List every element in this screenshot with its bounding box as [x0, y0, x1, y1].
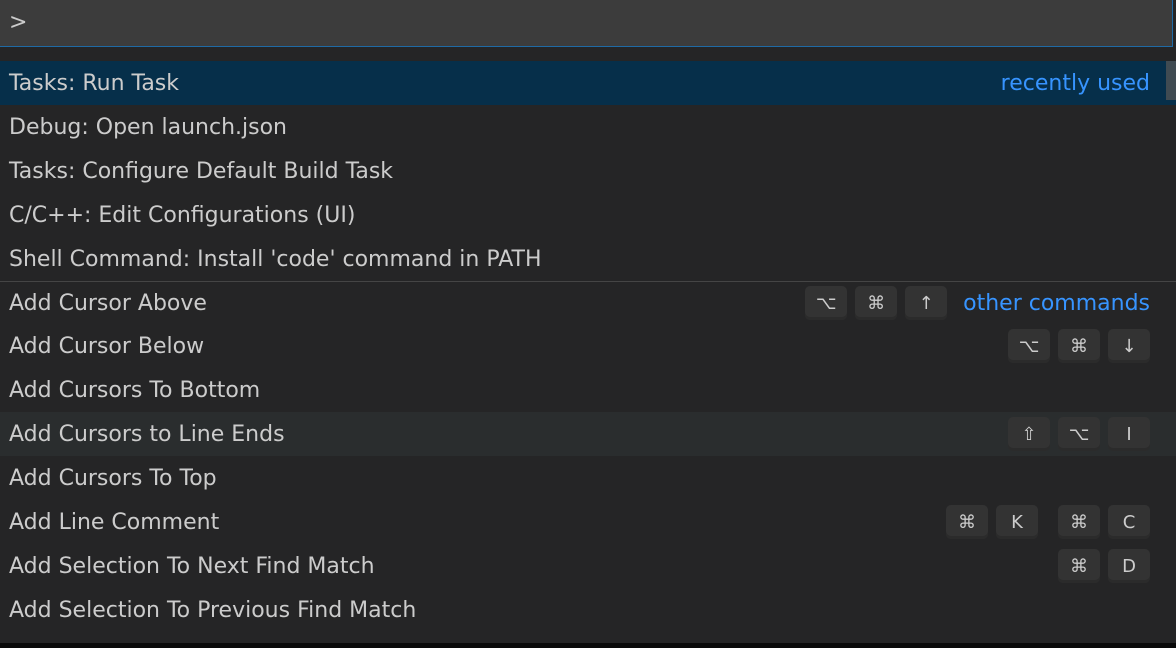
keybinding-key: ⌥ [1058, 417, 1100, 451]
command-palette-input-box[interactable] [0, 0, 1173, 47]
keybinding-key: D [1108, 549, 1150, 583]
scrollbar[interactable] [1166, 61, 1176, 100]
keybinding-key: ⌘ [1058, 329, 1100, 363]
command-item[interactable]: Add Cursors to Line Ends ⇧ ⌥ I [0, 412, 1176, 456]
keybinding-key: ↓ [1108, 329, 1150, 363]
group-label: other commands [963, 290, 1150, 316]
keybinding-key: ↑ [905, 286, 948, 320]
keybinding-key: I [1108, 417, 1150, 451]
keybinding-key: ⌘ [946, 505, 988, 539]
command-label: Add Line Comment [9, 509, 220, 535]
command-label: Add Cursors To Bottom [9, 377, 261, 403]
command-label: Add Selection To Next Find Match [9, 553, 375, 579]
bottom-edge [0, 643, 1176, 648]
command-meta: ⌥ ⌘ ↓ [1008, 324, 1150, 368]
command-list: Tasks: Run Task recently used Debug: Open … [0, 61, 1176, 632]
command-meta: ⌥ ⌘ ↑ other commands [805, 282, 1150, 324]
command-item[interactable]: Add Cursors To Bottom [0, 368, 1176, 412]
keybinding-key: C [1108, 505, 1150, 539]
keybinding-key: ⌥ [805, 286, 848, 320]
command-item[interactable]: Add Cursors To Top [0, 456, 1176, 500]
command-label: Add Cursors to Line Ends [9, 421, 285, 447]
command-item[interactable]: Add Line Comment ⌘ K ⌘ C [0, 500, 1176, 544]
command-label: Tasks: Configure Default Build Task [9, 158, 394, 184]
command-item[interactable]: Shell Command: Install 'code' command in… [0, 237, 1176, 281]
command-label: C/C++: Edit Configurations (UI) [9, 202, 356, 228]
command-label: Add Cursor Above [9, 290, 207, 316]
command-meta: ⇧ ⌥ I [1008, 412, 1150, 456]
keybinding-key: ⌘ [855, 286, 898, 320]
command-item[interactable]: Add Selection To Previous Find Match [0, 588, 1176, 632]
keybinding-key: K [996, 505, 1038, 539]
command-label: Shell Command: Install 'code' command in… [9, 246, 542, 272]
command-label: Add Cursor Below [9, 333, 205, 359]
command-label: Add Cursors To Top [9, 465, 217, 491]
command-item[interactable]: Add Cursor Above ⌥ ⌘ ↑ other commands [0, 281, 1176, 324]
command-item[interactable]: Tasks: Configure Default Build Task [0, 149, 1176, 193]
keybinding-key: ⌥ [1008, 329, 1050, 363]
command-item[interactable]: Add Selection To Next Find Match ⌘ D [0, 544, 1176, 588]
command-label: Debug: Open launch.json [9, 114, 287, 140]
command-label: Tasks: Run Task [9, 70, 180, 96]
command-meta: ⌘ D [1058, 544, 1150, 588]
keybinding-key: ⌘ [1058, 505, 1100, 539]
group-label: recently used [1000, 70, 1150, 96]
command-meta: recently used [993, 61, 1150, 105]
keybinding-key: ⇧ [1008, 417, 1050, 451]
keybinding-key: ⌘ [1058, 549, 1100, 583]
command-meta: ⌘ K ⌘ C [946, 500, 1150, 544]
command-item[interactable]: C/C++: Edit Configurations (UI) [0, 193, 1176, 237]
command-item[interactable]: Tasks: Run Task recently used [0, 61, 1176, 105]
command-item[interactable]: Add Cursor Below ⌥ ⌘ ↓ [0, 324, 1176, 368]
command-input[interactable] [9, 10, 1149, 35]
command-label: Add Selection To Previous Find Match [9, 597, 417, 623]
command-item[interactable]: Debug: Open launch.json [0, 105, 1176, 149]
